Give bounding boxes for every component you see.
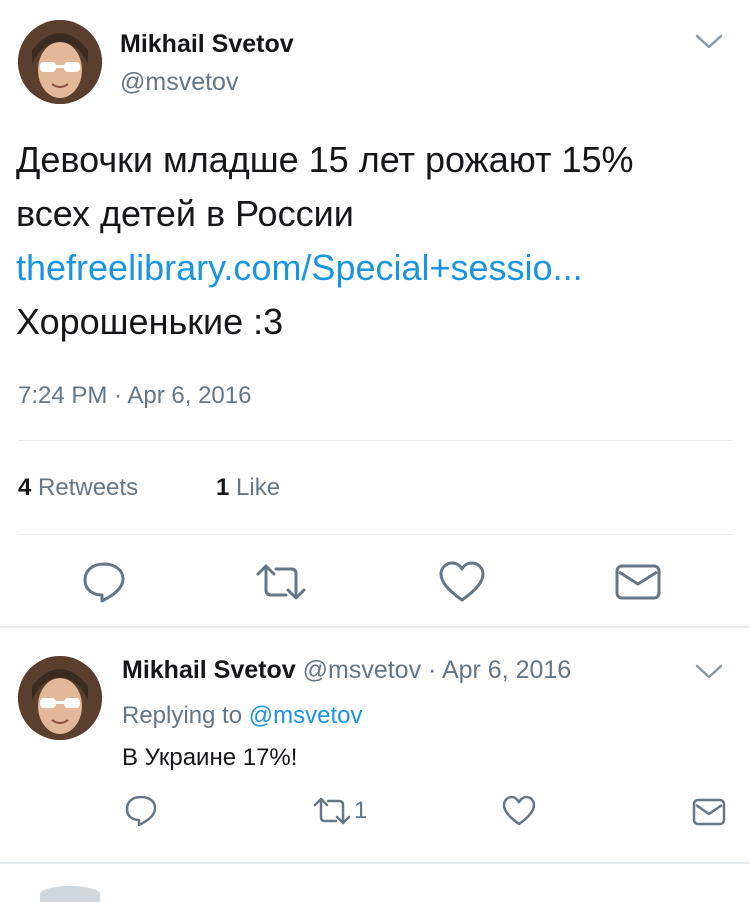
author-name[interactable]: Mikhail Svetov — [120, 30, 294, 59]
reply-header: Mikhail Svetov @msvetov · Apr 6, 2016 — [122, 656, 571, 685]
divider — [18, 534, 732, 535]
tweet-link[interactable]: thefreelibrary.com/Special+sessio... — [16, 240, 583, 296]
avatar-image — [18, 656, 102, 740]
retweet-icon — [313, 797, 351, 825]
retweets-count: 4 — [18, 474, 32, 501]
reply-author-name[interactable]: Mikhail Svetov — [122, 656, 296, 684]
reply-direct-message-button[interactable] — [692, 797, 726, 827]
section-separator — [0, 862, 750, 864]
likes-stat[interactable]: 1 Like — [216, 474, 280, 502]
retweet-button[interactable] — [254, 562, 308, 602]
reply-author-avatar[interactable] — [18, 656, 102, 740]
section-separator — [0, 626, 750, 628]
envelope-icon — [692, 798, 726, 826]
reply-like-button[interactable] — [502, 795, 536, 827]
reply-icon — [83, 562, 125, 603]
reply-icon — [125, 795, 157, 827]
retweets-label: Retweets — [38, 474, 139, 501]
likes-label: Like — [236, 474, 281, 501]
reply-retweet-button[interactable] — [312, 796, 352, 826]
retweets-stat[interactable]: 4 Retweets — [18, 474, 138, 502]
retweet-icon — [256, 564, 306, 600]
replying-to-label: Replying to — [122, 702, 243, 729]
replying-to: Replying to @msvetov — [122, 702, 362, 730]
tweet-text-line-4: Хорошенькие :3 — [16, 301, 284, 342]
reply-retweet-count: 1 — [354, 797, 368, 824]
reply-separator: · — [428, 656, 437, 684]
heart-icon — [502, 795, 536, 826]
divider — [18, 440, 732, 441]
heart-icon — [439, 561, 485, 602]
reply-author-handle[interactable]: @msvetov — [303, 656, 421, 684]
avatar-image — [18, 20, 102, 104]
reply-chevron-down-icon[interactable] — [694, 662, 724, 682]
replying-to-handle[interactable]: @msvetov — [249, 702, 363, 729]
likes-count: 1 — [216, 474, 230, 501]
like-button[interactable] — [438, 560, 486, 604]
chevron-down-icon[interactable] — [694, 32, 724, 52]
author-avatar[interactable] — [18, 20, 102, 104]
reply-date[interactable]: Apr 6, 2016 — [442, 656, 571, 684]
reply-button[interactable] — [80, 560, 128, 604]
tweet-text-line-1: Девочки младше 15 лет рожают 15% — [16, 139, 634, 180]
tweet-text-line-2: всех детей в России — [16, 193, 354, 234]
tweet-timestamp[interactable]: 7:24 PM · Apr 6, 2016 — [18, 382, 251, 410]
next-tweet-avatar-edge — [40, 886, 100, 902]
reply-reply-button[interactable] — [124, 794, 158, 828]
direct-message-button[interactable] — [614, 562, 662, 602]
author-handle[interactable]: @msvetov — [120, 68, 238, 97]
envelope-icon — [615, 564, 661, 600]
reply-text: В Украине 17%! — [122, 744, 298, 771]
